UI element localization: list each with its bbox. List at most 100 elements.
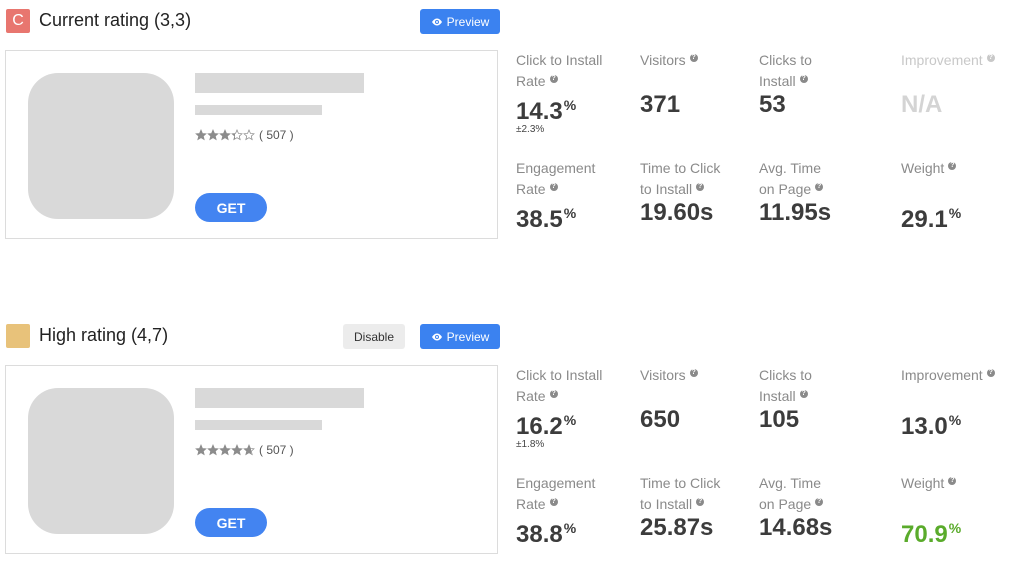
variant-color-badge	[6, 324, 30, 348]
question-circle-icon[interactable]: ?	[815, 183, 824, 191]
review-count: ( 507 )	[259, 128, 294, 142]
metric-label: Improvement?	[901, 52, 995, 68]
app-subtitle-placeholder	[195, 105, 322, 115]
preview-button[interactable]: Preview	[420, 324, 500, 349]
metric-value: 53	[759, 91, 786, 118]
metric-unit: %	[948, 412, 962, 428]
metric-weight: Weight? 29.1%	[901, 158, 1024, 233]
metric-label: Visitors?	[640, 367, 698, 383]
variant-header: C Current rating (3,3) Preview	[6, 8, 500, 34]
metric-unit: %	[563, 412, 577, 428]
get-button[interactable]: GET	[195, 508, 267, 537]
metric-label: Engagement Rate?	[516, 160, 596, 197]
app-store-preview-card: ( 507 ) GET	[5, 365, 498, 554]
variant-title: Current rating (3,3)	[39, 10, 192, 30]
question-circle-icon[interactable]: ?	[948, 477, 957, 485]
metric-clicks-to-install: Clicks to Install? 105	[759, 365, 889, 433]
star-icon	[219, 444, 231, 456]
metric-visitors: Visitors? 650	[640, 365, 770, 433]
get-button[interactable]: GET	[195, 193, 267, 222]
metric-value: 38.5%	[516, 205, 577, 233]
review-count: ( 507 )	[259, 443, 294, 457]
star-icon	[231, 444, 243, 456]
question-circle-icon[interactable]: ?	[549, 498, 558, 506]
metric-value: 105	[759, 406, 800, 433]
app-subtitle-placeholder	[195, 420, 322, 430]
app-icon-placeholder	[28, 388, 174, 534]
metric-label: Time to Click to Install?	[640, 475, 721, 512]
rating-stars	[195, 444, 255, 456]
preview-button[interactable]: Preview	[420, 9, 500, 34]
star-icon	[243, 129, 255, 141]
metric-unit: %	[563, 205, 577, 221]
question-circle-icon[interactable]: ?	[549, 75, 558, 83]
preview-label: Preview	[446, 14, 490, 29]
metric-value: 38.8%	[516, 520, 577, 548]
app-title-placeholder	[195, 73, 364, 93]
metric-value: 25.87s	[640, 514, 714, 541]
metric-value: 29.1%	[901, 205, 962, 233]
preview-label: Preview	[446, 329, 490, 344]
app-title-placeholder	[195, 388, 364, 408]
metrics-grid: Click to Install Rate? 14.3% ±2.3% Visitor…	[516, 50, 1024, 240]
question-circle-icon[interactable]: ?	[549, 183, 558, 191]
question-circle-icon[interactable]: ?	[986, 369, 995, 377]
star-icon	[243, 444, 255, 456]
metric-unit: %	[563, 520, 577, 536]
metric-value: 16.2%	[516, 412, 577, 440]
question-circle-icon[interactable]: ?	[696, 183, 705, 191]
app-rating: ( 507 )	[195, 443, 294, 457]
metric-avg-time-on-page: Avg. Time on Page? 14.68s	[759, 473, 889, 541]
metric-visitors: Visitors? 371	[640, 50, 770, 118]
disable-button[interactable]: Disable	[343, 324, 405, 349]
metric-value: 11.95s	[759, 199, 832, 226]
metric-label: Clicks to Install?	[759, 52, 812, 89]
metric-unit: %	[948, 520, 962, 536]
metric-value: 371	[640, 91, 681, 118]
metric-label: Weight?	[901, 475, 957, 491]
app-icon-placeholder	[28, 73, 174, 219]
metric-label: Weight?	[901, 160, 957, 176]
variant-color-badge: C	[6, 9, 30, 33]
metric-label: Time to Click to Install?	[640, 160, 721, 197]
metric-label: Visitors?	[640, 52, 698, 68]
question-circle-icon[interactable]: ?	[549, 390, 558, 398]
metric-value: 650	[640, 406, 681, 433]
metric-value: 14.68s	[759, 514, 833, 541]
metric-label: Avg. Time on Page?	[759, 475, 824, 512]
metric-engagement-rate: Engagement Rate? 38.8%	[516, 473, 646, 548]
question-circle-icon[interactable]: ?	[696, 498, 705, 506]
question-circle-icon[interactable]: ?	[799, 390, 808, 398]
star-icon	[219, 129, 231, 141]
metric-weight: Weight? 70.9%	[901, 473, 1024, 548]
metric-value: 70.9%	[901, 520, 962, 548]
metric-label: Avg. Time on Page?	[759, 160, 824, 197]
metric-value: 13.0%	[901, 412, 962, 440]
metric-value: 14.3%	[516, 97, 577, 125]
metric-clicks-to-install: Clicks to Install? 53	[759, 50, 889, 118]
variant-header: High rating (4,7) Disable Preview	[6, 323, 500, 349]
variant-title: High rating (4,7)	[39, 325, 169, 345]
question-circle-icon[interactable]: ?	[815, 498, 824, 506]
metric-label: Engagement Rate?	[516, 475, 596, 512]
metric-improvement: Improvement? N/A	[901, 50, 1024, 118]
question-circle-icon[interactable]: ?	[689, 369, 698, 377]
metric-engagement-rate: Engagement Rate? 38.5%	[516, 158, 646, 233]
rating-stars	[195, 129, 255, 141]
eye-icon	[431, 333, 442, 340]
metric-label: Improvement?	[901, 367, 995, 383]
metric-value: 19.60s	[640, 199, 714, 226]
question-circle-icon[interactable]: ?	[948, 162, 957, 170]
question-circle-icon[interactable]: ?	[689, 54, 698, 62]
metric-unit: %	[563, 97, 577, 113]
metric-label: Click to Install Rate?	[516, 367, 603, 404]
app-store-preview-card: ( 507 ) GET	[5, 50, 498, 239]
star-icon	[207, 444, 219, 456]
metrics-grid: Click to Install Rate? 16.2% ±1.8% Visitor…	[516, 365, 1024, 555]
metric-value: N/A	[901, 91, 943, 118]
question-circle-icon[interactable]: ?	[799, 75, 808, 83]
metric-click-to-install-rate: Click to Install Rate? 14.3% ±2.3%	[516, 50, 646, 135]
metric-click-to-install-rate: Click to Install Rate? 16.2% ±1.8%	[516, 365, 646, 450]
question-circle-icon[interactable]: ?	[986, 54, 995, 62]
metric-time-to-click-to-install: Time to Click to Install? 25.87s	[640, 473, 770, 541]
